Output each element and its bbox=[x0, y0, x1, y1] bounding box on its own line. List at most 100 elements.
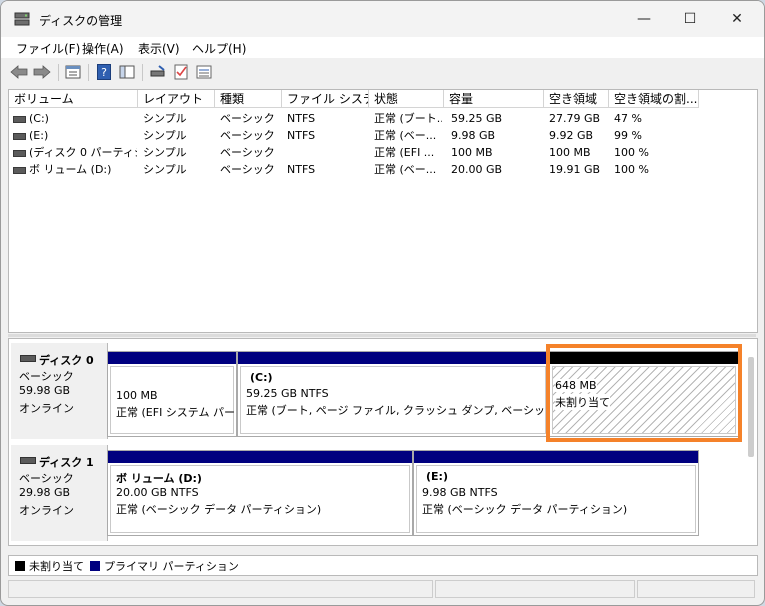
partition-efi[interactable]: 100 MB 正常 (EFI システム パーティション) bbox=[107, 351, 237, 437]
partition-title: (C:) bbox=[250, 371, 273, 384]
status-bar bbox=[8, 579, 756, 599]
cell-free-percent: 100 % bbox=[614, 146, 649, 159]
status-cell bbox=[637, 580, 755, 598]
partition-title: ボ リューム (D:) bbox=[116, 472, 202, 485]
partition-status: 正常 (ベーシック データ パーティション) bbox=[422, 503, 628, 516]
cell-free-percent: 99 % bbox=[614, 129, 642, 142]
cell-status: 正常 (EFI ... bbox=[374, 146, 435, 159]
table-row[interactable]: (C:) シンプル ベーシック NTFS 正常 (ブート... 59.25 GB… bbox=[9, 110, 757, 127]
help-icon[interactable]: ? bbox=[95, 63, 113, 81]
partition-bar bbox=[108, 352, 236, 364]
properties-icon[interactable] bbox=[64, 63, 82, 81]
disk-1-label[interactable]: ディスク 1 ベーシック 29.98 GB オンライン bbox=[11, 445, 108, 541]
partition-e[interactable]: (E:) 9.98 GB NTFS 正常 (ベーシック データ パーティション) bbox=[413, 450, 699, 536]
cell-free-space: 27.79 GB bbox=[549, 112, 601, 125]
table-row[interactable]: (E:) シンプル ベーシック NTFS 正常 (ベー... 9.98 GB 9… bbox=[9, 127, 757, 144]
partition-bar bbox=[238, 352, 548, 364]
partition-size: 59.25 GB NTFS bbox=[246, 387, 329, 400]
disk-0-size: 59.98 GB bbox=[19, 384, 71, 397]
status-cell bbox=[435, 580, 635, 598]
cell-capacity: 20.00 GB bbox=[451, 163, 503, 176]
cell-free-space: 19.91 GB bbox=[549, 163, 601, 176]
pane-splitter[interactable] bbox=[8, 334, 756, 337]
column-header-layout[interactable]: レイアウト bbox=[138, 90, 215, 108]
cell-status: 正常 (ベー... bbox=[374, 129, 437, 142]
partition-c[interactable]: (C:) 59.25 GB NTFS 正常 (ブート, ページ ファイル, クラ… bbox=[237, 351, 549, 437]
volume-icon bbox=[13, 133, 26, 140]
cell-layout: シンプル bbox=[143, 146, 187, 159]
partition-status: 正常 (ブート, ページ ファイル, クラッシュ ダンプ, ベーシック データ … bbox=[246, 404, 548, 417]
toolbar: ? bbox=[1, 58, 764, 86]
close-button[interactable]: ✕ bbox=[714, 1, 760, 37]
partition-bar bbox=[108, 451, 412, 463]
disk-0-name: ディスク 0 bbox=[39, 354, 94, 367]
legend: 未割り当て プライマリ パーティション bbox=[8, 555, 758, 576]
volume-icon bbox=[13, 150, 26, 157]
list-view-icon[interactable] bbox=[195, 63, 213, 81]
cell-layout: シンプル bbox=[143, 112, 187, 125]
back-arrow-icon[interactable] bbox=[10, 63, 28, 81]
menu-bar: ファイル(F) 操作(A) 表示(V) ヘルプ(H) bbox=[1, 37, 764, 58]
cell-volume: (ディスク 0 パーティシ... bbox=[29, 146, 137, 159]
partition-body: (E:) 9.98 GB NTFS 正常 (ベーシック データ パーティション) bbox=[416, 465, 696, 533]
console-tree-icon[interactable] bbox=[118, 63, 136, 81]
table-row[interactable]: ボ リューム (D:) シンプル ベーシック NTFS 正常 (ベー... 20… bbox=[9, 161, 757, 178]
disk-1-name: ディスク 1 bbox=[39, 456, 94, 469]
connect-icon[interactable] bbox=[149, 63, 167, 81]
partition-size: 9.98 GB NTFS bbox=[422, 486, 498, 499]
column-header-capacity[interactable]: 容量 bbox=[444, 90, 544, 108]
cell-volume: ボ リューム (D:) bbox=[29, 163, 112, 176]
window-title: ディスクの管理 bbox=[39, 14, 123, 28]
cell-free-space: 9.92 GB bbox=[549, 129, 594, 142]
cell-filesystem: NTFS bbox=[287, 112, 316, 125]
column-header-filesystem[interactable]: ファイル システム bbox=[282, 90, 369, 108]
partition-size: 100 MB bbox=[116, 389, 158, 402]
svg-text:?: ? bbox=[101, 66, 107, 79]
volume-list[interactable]: ボリューム レイアウト 種類 ファイル システム 状態 容量 空き領域 空き領域… bbox=[8, 89, 758, 333]
cell-status: 正常 (ベー... bbox=[374, 163, 437, 176]
table-row[interactable]: (ディスク 0 パーティシ... シンプル ベーシック 正常 (EFI ... … bbox=[9, 144, 757, 161]
toolbar-separator bbox=[142, 64, 143, 81]
disk-0-type: ベーシック bbox=[19, 370, 74, 383]
legend-swatch-unallocated bbox=[15, 561, 25, 571]
column-header-volume[interactable]: ボリューム bbox=[9, 90, 138, 108]
disk-icon bbox=[20, 457, 36, 464]
forward-arrow-icon[interactable] bbox=[33, 63, 51, 81]
disk-1-type: ベーシック bbox=[19, 472, 74, 485]
column-header-free-space[interactable]: 空き領域 bbox=[544, 90, 609, 108]
cell-layout: シンプル bbox=[143, 129, 187, 142]
column-header-type[interactable]: 種類 bbox=[215, 90, 282, 108]
column-header-status[interactable]: 状態 bbox=[369, 90, 444, 108]
disk-0-status: オンライン bbox=[19, 402, 74, 415]
cell-free-space: 100 MB bbox=[549, 146, 591, 159]
minimize-button[interactable]: — bbox=[621, 1, 667, 37]
disk-1-size: 29.98 GB bbox=[19, 486, 71, 499]
disk-management-window: ディスクの管理 — ☐ ✕ ファイル(F) 操作(A) 表示(V) ヘルプ(H)… bbox=[0, 0, 765, 606]
partition-status: 正常 (EFI システム パーティション) bbox=[116, 406, 236, 419]
partition-d[interactable]: ボ リューム (D:) 20.00 GB NTFS 正常 (ベーシック データ … bbox=[107, 450, 413, 536]
legend-swatch-primary bbox=[90, 561, 100, 571]
cell-capacity: 59.25 GB bbox=[451, 112, 503, 125]
menu-file[interactable]: ファイル(F) bbox=[16, 40, 80, 57]
graph-scrollbar[interactable] bbox=[748, 357, 754, 457]
menu-action[interactable]: 操作(A) bbox=[82, 40, 124, 57]
cell-type: ベーシック bbox=[220, 163, 275, 176]
partition-title: (E:) bbox=[426, 470, 448, 483]
partition-bar bbox=[414, 451, 698, 463]
title-bar: ディスクの管理 — ☐ ✕ bbox=[1, 1, 764, 37]
column-header-free-percent[interactable]: 空き領域の割... bbox=[609, 90, 699, 108]
partition-size: 20.00 GB NTFS bbox=[116, 486, 199, 499]
cell-layout: シンプル bbox=[143, 163, 187, 176]
menu-view[interactable]: 表示(V) bbox=[138, 40, 180, 57]
cell-status: 正常 (ブート... bbox=[374, 112, 442, 125]
checklist-icon[interactable] bbox=[172, 63, 190, 81]
partition-body: (C:) 59.25 GB NTFS 正常 (ブート, ページ ファイル, クラ… bbox=[240, 366, 548, 434]
cell-capacity: 100 MB bbox=[451, 146, 493, 159]
partition-body: ボ リューム (D:) 20.00 GB NTFS 正常 (ベーシック データ … bbox=[110, 465, 410, 533]
unallocated-highlight-box bbox=[546, 344, 742, 442]
maximize-button[interactable]: ☐ bbox=[667, 1, 713, 37]
disk-0-label[interactable]: ディスク 0 ベーシック 59.98 GB オンライン bbox=[11, 343, 108, 439]
cell-volume: (C:) bbox=[29, 112, 49, 125]
menu-help[interactable]: ヘルプ(H) bbox=[192, 40, 246, 57]
volume-icon bbox=[13, 116, 26, 123]
